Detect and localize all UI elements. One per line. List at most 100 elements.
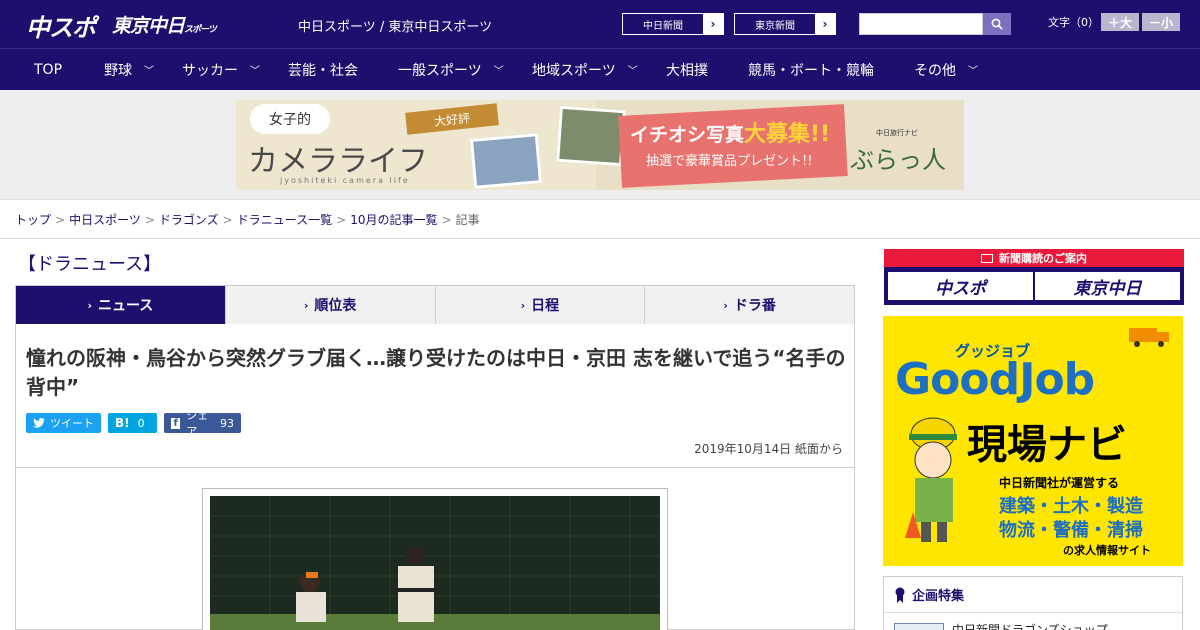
- facebook-share-button[interactable]: f シェア 93: [164, 409, 241, 438]
- tokyo-shimbun-label: 東京新聞: [755, 20, 795, 32]
- top-header: 中スポ 東京中日スポーツ 中日スポーツ / 東京中日スポーツ 中日新聞 › 東京…: [0, 0, 1200, 48]
- breadcrumb-separator: >: [144, 213, 155, 227]
- divider: [0, 238, 1200, 239]
- tab-standings[interactable]: › 順位表: [226, 286, 436, 324]
- breadcrumb-separator: >: [55, 213, 66, 227]
- chevron-down-icon: ﹀: [250, 66, 260, 77]
- goodjob-desc1: 中日新聞社が運営する: [999, 476, 1120, 490]
- breadcrumb-dragons[interactable]: ドラゴンズ: [159, 213, 219, 227]
- banner-title-pre: イチオシ写真: [630, 124, 745, 146]
- feature-label: 中日新聞ドラゴンズショップ: [952, 623, 1108, 630]
- hatena-count: 0: [137, 416, 145, 430]
- breadcrumb: トップ > 中日スポーツ > ドラゴンズ > ドラニュース一覧 >10月の記事一覧 > 記事: [15, 211, 480, 228]
- nav-label: 大相撲: [666, 62, 708, 79]
- banner-camera-life-title: カメラライフ: [248, 144, 428, 179]
- tweet-button[interactable]: ツイート: [26, 413, 101, 433]
- banner-right-title: イチオシ写真大募集!!: [630, 116, 830, 148]
- chevron-right-icon: ›: [87, 298, 92, 312]
- font-smaller-button[interactable]: －小: [1142, 13, 1180, 31]
- subscribe-chuspo-button[interactable]: 中スポ: [888, 272, 1033, 300]
- article-photo[interactable]: [202, 488, 668, 630]
- tab-dora-ban[interactable]: › ドラ番: [645, 286, 854, 324]
- goodjob-desc4: の求人情報サイト: [1063, 544, 1151, 557]
- banner-sub: jyoshiteki camera life: [280, 176, 410, 185]
- banner-right-subline: 抽選で豪華賞品プレゼント!!: [646, 154, 813, 169]
- chevron-right-icon: ›: [723, 298, 728, 312]
- special-features-panel: 企画特集 中日新聞ドラゴンズショップ: [883, 576, 1183, 630]
- breadcrumb-chunichi-sports[interactable]: 中日スポーツ: [69, 213, 141, 227]
- article-photo-image: [210, 496, 660, 630]
- breadcrumb-separator: >: [441, 213, 452, 227]
- banner-title-em: 大募集!!: [744, 122, 831, 147]
- subscribe-panel: 新聞購読のご案内 中スポ 東京中日: [884, 249, 1184, 305]
- chevron-right-icon: ›: [520, 298, 526, 312]
- subscribe-title: 新聞購読のご案内: [999, 252, 1087, 265]
- worker-illustration: [905, 417, 957, 542]
- chunichi-shimbun-button[interactable]: 中日新聞 ›: [622, 13, 724, 35]
- nav-label: TOP: [34, 61, 63, 78]
- truck-icon: [1129, 328, 1169, 347]
- special-features-heading: 企画特集: [884, 577, 1182, 613]
- main-nav: TOP 野球 ﹀ サッカー ﹀ 芸能・社会 一般スポーツ ﹀ 地域スポーツ ﹀ 大相撲 …: [0, 48, 1200, 90]
- breadcrumb-dora-news-list[interactable]: ドラニュース一覧: [237, 213, 332, 227]
- nav-item-sumo[interactable]: 大相撲: [666, 49, 708, 90]
- banner-brand-small: 中日旅行ナビ: [876, 129, 918, 137]
- tab-schedule[interactable]: › 日程: [436, 286, 646, 324]
- baseball-photo-illustration: [210, 496, 660, 630]
- tokyo-chunichi-logo[interactable]: 東京中日スポーツ: [112, 11, 217, 38]
- tokyo-logo-text: 東京中日: [112, 15, 185, 37]
- breadcrumb-top[interactable]: トップ: [15, 213, 51, 227]
- special-feature-item[interactable]: 中日新聞ドラゴンズショップ: [894, 621, 1108, 630]
- tab-label: 日程: [531, 298, 560, 314]
- tab-label: 順位表: [314, 298, 357, 314]
- chevron-down-icon: ﹀: [627, 66, 638, 77]
- banner-brand: ぶらっ人: [850, 146, 946, 174]
- article-header: 憧れの阪神・鳥谷から突然グラブ届く…譲り受けたのは中日・京田 志を継いで追う“名…: [15, 324, 855, 468]
- facebook-icon: f: [171, 417, 181, 429]
- breadcrumb-october-list[interactable]: 10月の記事一覧: [350, 213, 437, 227]
- nav-item-regional-sports[interactable]: 地域スポーツ ﹀: [532, 49, 638, 90]
- nav-label: 芸能・社会: [288, 62, 358, 79]
- nav-item-top[interactable]: TOP: [34, 49, 62, 90]
- search-button[interactable]: [983, 13, 1011, 35]
- goodjob-ad-banner[interactable]: グッジョブ GoodJob 現場ナビ 中日新聞社が運営する 建築・土木・製造 物…: [883, 316, 1183, 566]
- special-features-title: 企画特集: [912, 589, 965, 604]
- article-date: 2019年10月14日 紙面から: [694, 442, 843, 456]
- banner-photo-1: [469, 133, 543, 189]
- newspaper-icon: [981, 253, 993, 263]
- twitter-icon: [33, 418, 45, 428]
- subscribe-tokyo-chunichi-button[interactable]: 東京中日: [1035, 272, 1180, 300]
- subscribe-heading: 新聞購読のご案内: [884, 249, 1184, 267]
- chevron-right-icon: ›: [303, 298, 309, 312]
- breadcrumb-separator: >: [222, 213, 233, 227]
- tweet-label: ツイート: [50, 417, 94, 430]
- nav-item-baseball[interactable]: 野球 ﹀: [104, 49, 154, 90]
- tokyo-shimbun-button[interactable]: 東京新聞 ›: [734, 13, 836, 35]
- hatena-button[interactable]: B! 0: [108, 413, 157, 433]
- facebook-share-label: シェア: [186, 409, 209, 438]
- tab-label: ドラ番: [733, 298, 776, 314]
- chunichi-shimbun-label: 中日新聞: [643, 20, 683, 32]
- font-size-label: 文字（0）: [1048, 16, 1099, 29]
- nav-item-others[interactable]: その他 ﹀: [914, 49, 978, 90]
- breadcrumb-current: 記事: [455, 213, 480, 227]
- camera-life-ad-banner[interactable]: 女子的 カメラライフ jyoshiteki camera life 大好評 イチ…: [236, 100, 964, 190]
- tab-news[interactable]: › ニュース: [16, 286, 226, 332]
- font-larger-button[interactable]: ＋大: [1101, 13, 1139, 31]
- ribbon-icon: [895, 587, 905, 603]
- chuspo-logo[interactable]: 中スポ: [26, 8, 96, 43]
- breadcrumb-separator: >: [336, 213, 347, 227]
- chevron-down-icon: ﹀: [493, 66, 504, 77]
- search-input[interactable]: [859, 13, 983, 35]
- nav-label: 競馬・ボート・競輪: [748, 62, 874, 79]
- article-headline: 憧れの阪神・鳥谷から突然グラブ届く…譲り受けたのは中日・京田 志を継いで追う“名…: [26, 346, 846, 399]
- section-tabs: › ニュース › 順位表 › 日程 › ドラ番: [15, 285, 855, 332]
- nav-item-soccer[interactable]: サッカー ﹀: [182, 49, 260, 90]
- nav-item-entertainment[interactable]: 芸能・社会: [288, 49, 358, 90]
- feature-thumbnail: [894, 622, 944, 630]
- nav-item-racing[interactable]: 競馬・ボート・競輪: [748, 49, 874, 90]
- nav-label: その他: [914, 62, 956, 79]
- nav-item-general-sports[interactable]: 一般スポーツ ﹀: [398, 49, 504, 90]
- banner-jyoshi-bubble: 女子的: [250, 104, 330, 134]
- tab-label: ニュース: [97, 298, 154, 314]
